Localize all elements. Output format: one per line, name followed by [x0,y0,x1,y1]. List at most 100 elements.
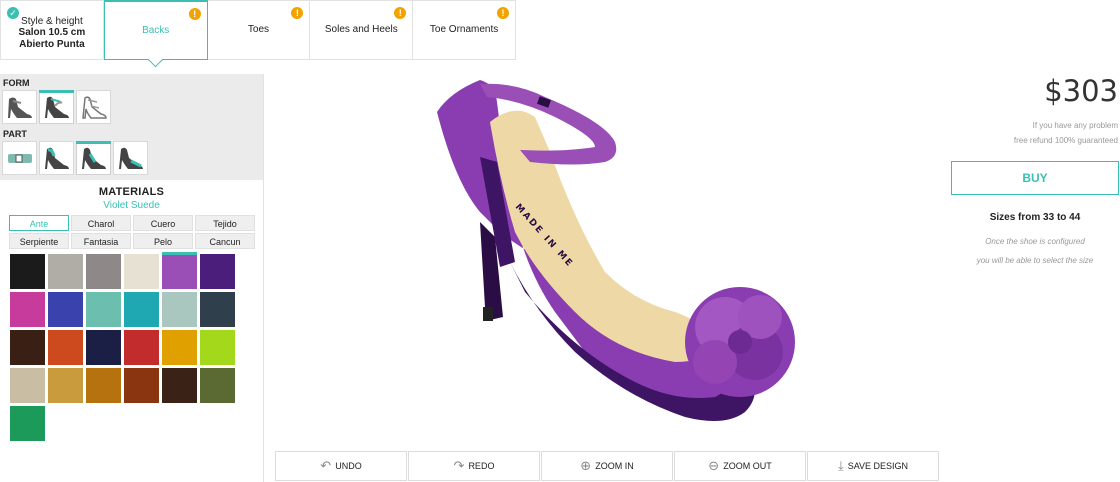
material-tab-pelo[interactable]: Pelo [133,233,193,249]
material-swatch[interactable] [124,330,159,365]
material-swatch[interactable] [86,292,121,327]
material-swatch[interactable] [124,254,159,289]
zoom-out-label: ZOOM OUT [723,461,772,471]
warning-icon: ! [394,7,407,19]
material-swatch[interactable] [124,292,159,327]
save-design-button[interactable]: ⤓ SAVE DESIGN [807,451,939,481]
save-design-label: SAVE DESIGN [847,461,909,471]
zoom-in-button[interactable]: ⊕ ZOOM IN [541,451,673,481]
material-swatch[interactable] [200,330,235,365]
form-part-selector: FORM PART [0,74,263,180]
price: $303 [1044,74,1118,108]
form-option-strappy[interactable] [76,90,111,124]
material-swatch[interactable] [162,252,197,289]
zoom-in-label: ZOOM IN [595,461,634,471]
material-swatch[interactable] [86,330,121,365]
refund-note: If you have any problem free refund 100%… [1014,118,1118,148]
buy-button[interactable]: BUY [951,161,1119,195]
materials-section: MATERIALS Violet Suede Ante Charol Cuero… [0,180,263,441]
form-options [2,90,261,124]
step-soles-heels[interactable]: ! Soles and Heels [310,0,414,60]
zoom-in-icon: ⊕ [580,458,592,473]
material-swatch[interactable] [10,292,45,327]
shoe-preview-image: MADE IN ME [437,80,795,421]
form-option-open-back[interactable] [39,90,74,124]
material-swatch[interactable] [200,368,235,403]
material-tab-ante[interactable]: Ante [9,215,69,231]
strap-icon [7,154,32,163]
warning-icon: ! [496,7,509,19]
material-tab-serpiente[interactable]: Serpiente [9,233,69,249]
step-toe-ornaments[interactable]: ! Toe Ornaments [413,0,516,60]
undo-label: UNDO [335,461,362,471]
purchase-panel: $303 If you have any problem free refund… [950,0,1120,482]
redo-label: REDO [468,461,495,471]
shoe-3d-viewer[interactable]: MADE IN ME [275,62,940,447]
material-swatch[interactable] [10,330,45,365]
material-swatch[interactable] [48,368,83,403]
material-tab-fantasia[interactable]: Fantasia [71,233,131,249]
step-label: Toe Ornaments [429,24,499,35]
download-icon: ⤓ [837,458,844,473]
step-toes[interactable]: ! Toes [207,0,311,60]
material-swatch-grid [10,252,263,441]
material-swatch[interactable] [86,254,121,289]
part-option-heel-counter[interactable] [39,141,74,175]
step-style-height[interactable]: ✓ Style & height Salon 10.5 cm Abierto P… [0,0,104,60]
refund-line: free refund 100% guaranteed [1013,136,1118,145]
material-swatch[interactable] [124,368,159,403]
shoe-thumbnail-icon [118,147,143,169]
check-icon: ✓ [7,7,19,19]
material-swatch[interactable] [10,406,45,441]
selected-material-name: Violet Suede [103,200,160,211]
material-swatch[interactable] [48,330,83,365]
undo-button[interactable]: ↶ UNDO [275,451,407,481]
refund-line: If you have any problem [1032,121,1118,130]
shoe-thumbnail-icon [44,147,69,169]
zoom-out-icon: ⊖ [708,458,720,473]
toe-ornament-flower [685,287,795,397]
viewer-toolbar: ↶ UNDO ↷ REDO ⊕ ZOOM IN ⊖ ZOOM OUT ⤓ SAV… [275,451,939,481]
part-options [2,141,261,175]
part-option-quarter[interactable] [76,141,111,175]
part-label: PART [3,129,27,139]
step-label: Toes [247,24,270,35]
shoe-thumbnail-icon [81,96,107,119]
material-tab-charol[interactable]: Charol [71,215,131,231]
material-swatch[interactable] [200,254,235,289]
material-tab-cuero[interactable]: Cuero [133,215,193,231]
material-swatch[interactable] [86,368,121,403]
redo-icon: ↷ [453,458,465,473]
size-range: Sizes from 33 to 44 [989,212,1081,223]
size-note-line: Once the shoe is configured [985,237,1085,246]
step-label: Backs [142,24,170,36]
material-swatch[interactable] [200,292,235,327]
part-option-strap[interactable] [2,141,37,175]
undo-icon: ↶ [320,458,332,473]
material-swatch[interactable] [10,254,45,289]
customization-panel: FORM PART MATERIALS Violet Suede Ante Ch… [0,74,264,482]
material-swatch[interactable] [162,330,197,365]
step-backs[interactable]: ! Backs [103,0,208,60]
redo-button[interactable]: ↷ REDO [408,451,540,481]
step-label: Soles and Heels [324,24,398,35]
part-option-vamp[interactable] [113,141,148,175]
warning-icon: ! [291,7,304,19]
form-option-ankle-strap[interactable] [2,90,37,124]
material-tab-cancun[interactable]: Cancun [195,233,255,249]
size-note-line: you will be able to select the size [976,256,1094,265]
material-swatch[interactable] [162,368,197,403]
shoe-thumbnail-icon [7,97,32,118]
zoom-out-button[interactable]: ⊖ ZOOM OUT [674,451,806,481]
shoe-thumbnail-icon [81,147,106,169]
material-tab-tejido[interactable]: Tejido [195,215,255,231]
material-type-tabs: Ante Charol Cuero Tejido Serpiente Fanta… [9,215,263,249]
material-swatch[interactable] [48,254,83,289]
material-swatch[interactable] [10,368,45,403]
material-swatch[interactable] [48,292,83,327]
size-note: Once the shoe is configured you will be … [950,232,1120,270]
configurator-steps: ✓ Style & height Salon 10.5 cm Abierto P… [0,0,516,60]
material-swatch[interactable] [162,292,197,327]
step-title: Style & height [21,15,83,27]
warning-icon: ! [188,8,201,20]
